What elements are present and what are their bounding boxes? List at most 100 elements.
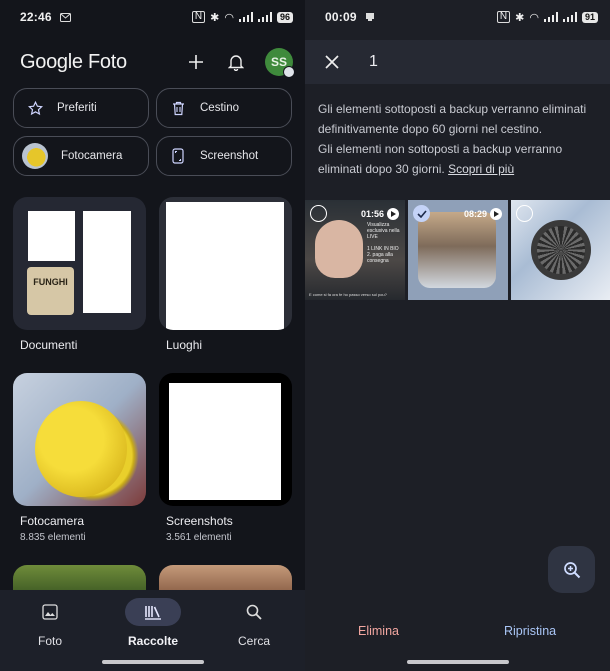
- plus-icon: [189, 55, 203, 69]
- trash-icon: [169, 99, 187, 117]
- quick-chips: Preferiti Cestino Fotocamera Screenshot: [13, 88, 292, 176]
- play-icon: [387, 208, 399, 220]
- album-cover: [159, 373, 292, 506]
- search-icon: [246, 604, 262, 620]
- status-time: 00:09: [325, 10, 357, 24]
- select-circle-checked[interactable]: [413, 205, 430, 222]
- nav-label: Foto: [37, 634, 62, 648]
- album-cover: [159, 197, 292, 330]
- chip-label: Screenshot: [200, 150, 259, 162]
- album-documenti[interactable]: FUNGHI Documenti: [13, 197, 146, 352]
- restore-button[interactable]: Ripristina: [504, 624, 556, 638]
- zoom-in-icon: [563, 561, 580, 578]
- album-count: 8.835 elementi: [20, 532, 86, 543]
- nav-label: Cerca: [237, 634, 270, 648]
- signal-icon-2: [562, 12, 577, 22]
- overlay-text: Visualizza esclusiva nella LIVE: [367, 222, 400, 240]
- chip-cestino[interactable]: Cestino: [156, 88, 292, 128]
- overlay-text: 2. paga alla consegna: [367, 252, 393, 264]
- battery-indicator: 91: [581, 11, 598, 23]
- home-indicator[interactable]: [102, 660, 204, 664]
- camera-album-thumb: [22, 143, 48, 169]
- notification-icon: [365, 13, 374, 21]
- add-button[interactable]: [185, 51, 207, 73]
- notifications-button[interactable]: [225, 51, 247, 73]
- signal-icon: [238, 12, 253, 22]
- notice-line-2: Gli elementi non sottoposti a backup ver…: [318, 142, 563, 176]
- fan-photo: [531, 220, 591, 280]
- play-icon: [490, 208, 502, 220]
- chip-label: Cestino: [200, 102, 239, 114]
- video-duration: 01:56: [360, 209, 384, 219]
- battery-indicator: 96: [276, 11, 293, 23]
- bluetooth-icon: ✱: [210, 11, 220, 24]
- funghi-thumb: FUNGHI: [27, 267, 74, 315]
- nav-foto[interactable]: Foto: [5, 598, 95, 648]
- album-cover: [13, 373, 146, 506]
- screenshot-photo: [418, 212, 496, 288]
- nav-raccolte[interactable]: Raccolte: [108, 598, 198, 648]
- check-icon: [416, 209, 427, 218]
- bell-icon: [228, 54, 244, 71]
- mail-icon: [59, 12, 71, 22]
- select-circle[interactable]: [310, 205, 327, 222]
- trash-item[interactable]: [511, 200, 610, 300]
- nav-cerca[interactable]: Cerca: [209, 598, 299, 648]
- selection-toolbar: 1: [305, 40, 610, 84]
- wifi-icon: ◠: [529, 11, 539, 24]
- screenshot-icon: [169, 147, 187, 165]
- chip-fotocamera[interactable]: Fotocamera: [13, 136, 149, 176]
- app-title: Google Foto: [20, 50, 127, 73]
- app-header: Google Foto SS: [20, 44, 295, 80]
- zoom-button[interactable]: [548, 546, 595, 593]
- album-title: Luoghi: [166, 338, 203, 352]
- trash-notice: Gli elementi sottoposti a backup verrann…: [318, 99, 604, 179]
- library-icon: [145, 606, 161, 620]
- avatar[interactable]: SS: [265, 48, 295, 78]
- wifi-icon: ◠: [224, 11, 234, 24]
- status-bar: 00:09 N ✱ ◠ 91: [305, 0, 610, 34]
- chip-preferiti[interactable]: Preferiti: [13, 88, 149, 128]
- overlay-caption: E come si fa ora fe ho passo verso sul p…: [309, 292, 387, 297]
- star-icon: [26, 99, 44, 117]
- chip-label: Preferiti: [57, 102, 97, 114]
- select-circle[interactable]: [516, 205, 533, 222]
- photo-icon: [42, 604, 58, 620]
- bottom-navigation: Foto Raccolte Cerca: [0, 590, 305, 671]
- nfc-icon: N: [496, 11, 511, 23]
- album-title: Documenti: [20, 338, 78, 352]
- notice-line-1: Gli elementi sottoposti a backup verrann…: [318, 102, 587, 136]
- signal-icon-2: [257, 12, 272, 22]
- status-bar: 22:46 N ✱ ◠ 96: [0, 0, 305, 34]
- nav-label: Raccolte: [127, 634, 179, 648]
- chip-label: Fotocamera: [61, 150, 123, 162]
- left-screen: 22:46 N ✱ ◠ 96 Google Foto SS Preferiti …: [0, 0, 305, 671]
- lemon-photo: [35, 401, 127, 497]
- album-title: Screenshots: [166, 514, 233, 528]
- right-screen: 00:09 N ✱ ◠ 91 1 Gli elementi sottoposti…: [305, 0, 610, 671]
- trash-grid: Visualizza esclusiva nella LIVE 1 LINK I…: [305, 200, 610, 300]
- album-cover: FUNGHI: [13, 197, 146, 330]
- selected-count: 1: [369, 53, 378, 70]
- close-selection-button[interactable]: [321, 51, 343, 73]
- backup-off-icon: [283, 66, 295, 78]
- home-indicator[interactable]: [407, 660, 509, 664]
- status-time: 22:46: [20, 10, 52, 24]
- trash-item[interactable]: 08:29: [408, 200, 508, 300]
- trash-item[interactable]: Visualizza esclusiva nella LIVE 1 LINK I…: [305, 200, 405, 300]
- person-photo: [315, 220, 363, 278]
- nfc-icon: N: [191, 11, 206, 23]
- close-icon: [325, 55, 339, 69]
- album-count: 3.561 elementi: [166, 532, 232, 543]
- album-screenshots[interactable]: Screenshots 3.561 elementi: [159, 373, 292, 543]
- bluetooth-icon: ✱: [515, 11, 525, 24]
- action-bar: Elimina Ripristina: [305, 600, 610, 671]
- delete-button[interactable]: Elimina: [358, 624, 399, 638]
- video-duration: 08:29: [463, 209, 487, 219]
- album-fotocamera[interactable]: Fotocamera 8.835 elementi: [13, 373, 146, 543]
- learn-more-link[interactable]: Scopri di più: [448, 162, 514, 176]
- signal-icon: [543, 12, 558, 22]
- album-title: Fotocamera: [20, 514, 85, 528]
- chip-screenshot[interactable]: Screenshot: [156, 136, 292, 176]
- album-luoghi[interactable]: Luoghi: [159, 197, 292, 352]
